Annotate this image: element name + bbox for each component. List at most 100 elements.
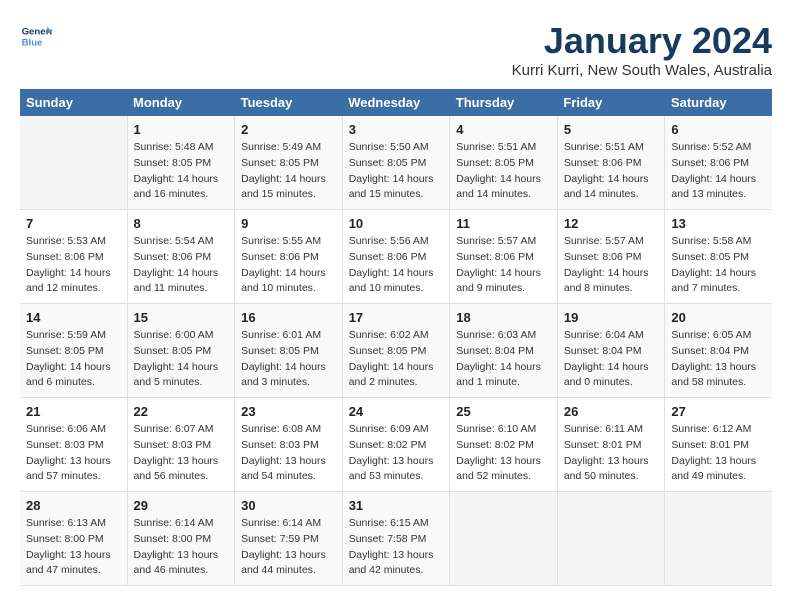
day-info: Sunrise: 5:54 AMSunset: 8:06 PMDaylight:… [134, 234, 229, 297]
day-number: 6 [671, 122, 766, 137]
day-info: Sunrise: 5:55 AMSunset: 8:06 PMDaylight:… [241, 234, 336, 297]
calendar-body: 1 Sunrise: 5:48 AMSunset: 8:05 PMDaylight… [20, 116, 772, 586]
day-number: 29 [134, 498, 229, 513]
calendar-cell: 13 Sunrise: 5:58 AMSunset: 8:05 PMDayligh… [665, 210, 772, 304]
calendar-cell: 17Sunrise: 6:02 AMSunset: 8:05 PMDayligh… [342, 304, 450, 398]
header-saturday: Saturday [665, 89, 772, 116]
day-number: 3 [349, 122, 444, 137]
day-number: 30 [241, 498, 336, 513]
logo-icon: General Blue [20, 20, 52, 52]
calendar-cell: 11 Sunrise: 5:57 AMSunset: 8:06 PMDayligh… [450, 210, 558, 304]
calendar-cell: 3 Sunrise: 5:50 AMSunset: 8:05 PMDaylight… [342, 116, 450, 210]
calendar-cell: 23 Sunrise: 6:08 AMSunset: 8:03 PMDayligh… [235, 398, 343, 492]
day-info: Sunrise: 6:14 AMSunset: 8:00 PMDaylight:… [134, 516, 229, 579]
subtitle: Kurri Kurri, New South Wales, Australia [512, 62, 772, 79]
calendar-cell [450, 492, 558, 586]
day-number: 9 [241, 216, 336, 231]
calendar-cell: 20Sunrise: 6:05 AMSunset: 8:04 PMDayligh… [665, 304, 772, 398]
calendar-cell: 1 Sunrise: 5:48 AMSunset: 8:05 PMDaylight… [127, 116, 235, 210]
calendar-cell [665, 492, 772, 586]
day-info: Sunrise: 5:48 AMSunset: 8:05 PMDaylight:… [134, 140, 229, 203]
day-number: 7 [26, 216, 121, 231]
week-row-5: 28Sunrise: 6:13 AMSunset: 8:00 PMDayligh… [20, 492, 772, 586]
week-row-2: 7 Sunrise: 5:53 AMSunset: 8:06 PMDaylight… [20, 210, 772, 304]
day-info: Sunrise: 6:06 AMSunset: 8:03 PMDaylight:… [26, 422, 121, 485]
header-friday: Friday [557, 89, 665, 116]
day-number: 26 [564, 404, 659, 419]
day-info: Sunrise: 5:50 AMSunset: 8:05 PMDaylight:… [349, 140, 444, 203]
day-number: 16 [241, 310, 336, 325]
day-number: 19 [564, 310, 659, 325]
day-info: Sunrise: 6:07 AMSunset: 8:03 PMDaylight:… [134, 422, 229, 485]
calendar-cell: 9 Sunrise: 5:55 AMSunset: 8:06 PMDaylight… [235, 210, 343, 304]
calendar-cell: 26Sunrise: 6:11 AMSunset: 8:01 PMDayligh… [557, 398, 665, 492]
header-row: SundayMondayTuesdayWednesdayThursdayFrid… [20, 89, 772, 116]
day-info: Sunrise: 6:12 AMSunset: 8:01 PMDaylight:… [671, 422, 766, 485]
day-number: 2 [241, 122, 336, 137]
day-number: 15 [134, 310, 229, 325]
day-number: 10 [349, 216, 444, 231]
day-info: Sunrise: 5:56 AMSunset: 8:06 PMDaylight:… [349, 234, 444, 297]
header-tuesday: Tuesday [235, 89, 343, 116]
day-number: 18 [456, 310, 551, 325]
day-info: Sunrise: 6:14 AMSunset: 7:59 PMDaylight:… [241, 516, 336, 579]
day-info: Sunrise: 5:51 AMSunset: 8:06 PMDaylight:… [564, 140, 659, 203]
calendar-cell [557, 492, 665, 586]
header-monday: Monday [127, 89, 235, 116]
day-number: 11 [456, 216, 551, 231]
calendar-cell: 25 Sunrise: 6:10 AMSunset: 8:02 PMDayligh… [450, 398, 558, 492]
day-number: 22 [134, 404, 229, 419]
day-number: 8 [134, 216, 229, 231]
day-number: 4 [456, 122, 551, 137]
title-section: January 2024 Kurri Kurri, New South Wale… [512, 20, 772, 79]
day-info: Sunrise: 6:08 AMSunset: 8:03 PMDaylight:… [241, 422, 336, 485]
calendar-cell: 19 Sunrise: 6:04 AMSunset: 8:04 PMDayligh… [557, 304, 665, 398]
day-number: 12 [564, 216, 659, 231]
day-info: Sunrise: 5:58 AMSunset: 8:05 PMDaylight:… [671, 234, 766, 297]
logo: General Blue [20, 20, 52, 52]
week-row-3: 14Sunrise: 5:59 AMSunset: 8:05 PMDayligh… [20, 304, 772, 398]
day-number: 23 [241, 404, 336, 419]
day-info: Sunrise: 5:53 AMSunset: 8:06 PMDaylight:… [26, 234, 121, 297]
day-info: Sunrise: 6:15 AMSunset: 7:58 PMDaylight:… [349, 516, 444, 579]
day-number: 1 [134, 122, 229, 137]
day-info: Sunrise: 6:00 AMSunset: 8:05 PMDaylight:… [134, 328, 229, 391]
calendar-cell: 2Sunrise: 5:49 AMSunset: 8:05 PMDaylight… [235, 116, 343, 210]
day-number: 20 [671, 310, 766, 325]
page-header: General Blue January 2024 Kurri Kurri, N… [20, 20, 772, 79]
day-info: Sunrise: 6:01 AMSunset: 8:05 PMDaylight:… [241, 328, 336, 391]
day-info: Sunrise: 6:09 AMSunset: 8:02 PMDaylight:… [349, 422, 444, 485]
main-title: January 2024 [512, 20, 772, 62]
week-row-1: 1 Sunrise: 5:48 AMSunset: 8:05 PMDaylight… [20, 116, 772, 210]
calendar-cell: 15 Sunrise: 6:00 AMSunset: 8:05 PMDayligh… [127, 304, 235, 398]
calendar-cell: 31Sunrise: 6:15 AMSunset: 7:58 PMDayligh… [342, 492, 450, 586]
day-number: 13 [671, 216, 766, 231]
week-row-4: 21 Sunrise: 6:06 AMSunset: 8:03 PMDayligh… [20, 398, 772, 492]
calendar-cell: 7 Sunrise: 5:53 AMSunset: 8:06 PMDaylight… [20, 210, 127, 304]
day-number: 5 [564, 122, 659, 137]
day-number: 21 [26, 404, 121, 419]
calendar-cell: 18Sunrise: 6:03 AMSunset: 8:04 PMDayligh… [450, 304, 558, 398]
svg-text:Blue: Blue [22, 38, 43, 49]
calendar-cell: 12 Sunrise: 5:57 AMSunset: 8:06 PMDayligh… [557, 210, 665, 304]
calendar-cell: 5 Sunrise: 5:51 AMSunset: 8:06 PMDaylight… [557, 116, 665, 210]
day-info: Sunrise: 5:57 AMSunset: 8:06 PMDaylight:… [564, 234, 659, 297]
day-number: 27 [671, 404, 766, 419]
calendar-cell: 10 Sunrise: 5:56 AMSunset: 8:06 PMDayligh… [342, 210, 450, 304]
header-sunday: Sunday [20, 89, 127, 116]
day-info: Sunrise: 6:04 AMSunset: 8:04 PMDaylight:… [564, 328, 659, 391]
day-info: Sunrise: 6:10 AMSunset: 8:02 PMDaylight:… [456, 422, 551, 485]
calendar-cell: 28Sunrise: 6:13 AMSunset: 8:00 PMDayligh… [20, 492, 127, 586]
calendar-cell: 30 Sunrise: 6:14 AMSunset: 7:59 PMDayligh… [235, 492, 343, 586]
calendar-cell: 29 Sunrise: 6:14 AMSunset: 8:00 PMDayligh… [127, 492, 235, 586]
day-info: Sunrise: 5:57 AMSunset: 8:06 PMDaylight:… [456, 234, 551, 297]
calendar-cell: 6 Sunrise: 5:52 AMSunset: 8:06 PMDaylight… [665, 116, 772, 210]
day-info: Sunrise: 5:59 AMSunset: 8:05 PMDaylight:… [26, 328, 121, 391]
calendar-cell: 27 Sunrise: 6:12 AMSunset: 8:01 PMDayligh… [665, 398, 772, 492]
calendar-cell: 16 Sunrise: 6:01 AMSunset: 8:05 PMDayligh… [235, 304, 343, 398]
calendar-cell: 21 Sunrise: 6:06 AMSunset: 8:03 PMDayligh… [20, 398, 127, 492]
calendar-header: SundayMondayTuesdayWednesdayThursdayFrid… [20, 89, 772, 116]
day-number: 24 [349, 404, 444, 419]
day-info: Sunrise: 5:52 AMSunset: 8:06 PMDaylight:… [671, 140, 766, 203]
day-number: 25 [456, 404, 551, 419]
